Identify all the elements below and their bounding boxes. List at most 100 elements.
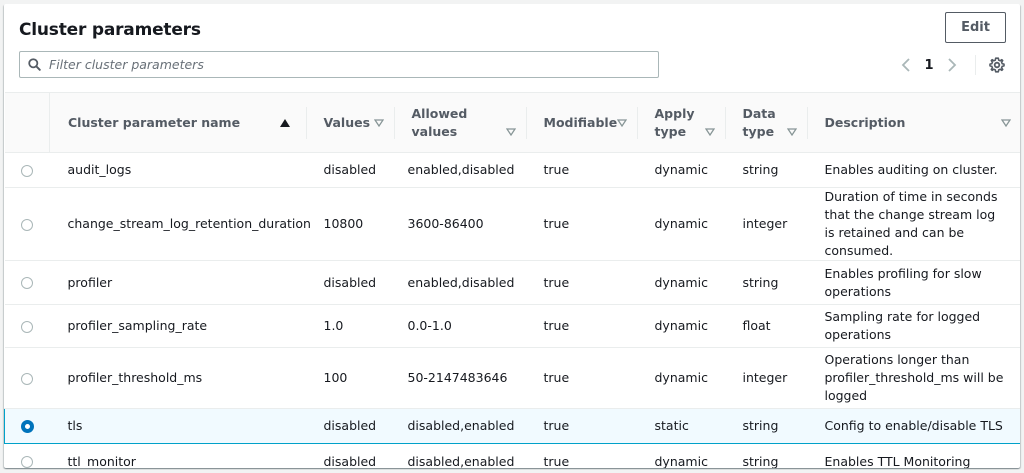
header-apply-type[interactable]: Apply type [636,92,725,153]
cell-apply-type: dynamic [636,304,725,348]
cell-apply-type: dynamic [636,260,725,305]
radio-button[interactable] [21,372,33,385]
caret-down-icon [704,127,715,136]
radio-button[interactable] [21,277,33,289]
preferences-button[interactable] [986,54,1008,76]
cell-value: disabled [305,443,394,468]
cell-modifiable: true [525,347,637,409]
cell-allowed: 50-2147483646 [393,347,526,409]
table-row-selected[interactable]: tls disabled disabled,enabled true stati… [4,408,1020,444]
cell-data-type: string [724,260,807,305]
cell-description: Enables auditing on cluster. [806,152,1020,188]
cell-allowed: 0.0-1.0 [393,304,526,348]
gear-icon [989,57,1005,73]
cell-description: Duration of time in seconds that the cha… [806,187,1020,261]
cell-modifiable: true [525,187,637,261]
cell-description: Sampling rate for logged operations [806,304,1020,348]
edit-button[interactable]: Edit [945,12,1006,43]
cell-apply-type: dynamic [636,347,725,409]
row-select[interactable] [4,152,50,188]
cell-modifiable: true [525,260,637,305]
cell-name: change_stream_log_retention_duration [49,187,311,261]
header-parameter-name[interactable]: Cluster parameter name [49,92,306,153]
radio-button[interactable] [21,218,33,231]
header-values[interactable]: Values [305,92,394,153]
cell-description: Operations longer than profiler_threshol… [806,347,1020,409]
cell-value: disabled [305,152,394,188]
pagination: 1 [895,54,1008,76]
caret-down-icon [617,118,628,127]
cell-allowed: enabled,disabled [393,152,526,188]
pagination-divider [975,55,976,75]
row-select[interactable] [4,443,50,468]
cell-modifiable: true [525,443,637,468]
header-data-type[interactable]: Data type [724,92,807,153]
cell-data-type: string [724,152,807,188]
header-modifiable[interactable]: Modifiable [525,92,637,153]
cell-description: Enables profiling for slow operations [806,260,1020,305]
radio-button[interactable] [21,164,33,177]
cell-name: tls [49,408,306,444]
table-row[interactable]: audit_logs disabled enabled,disabled tru… [4,152,1020,188]
cell-allowed: disabled,enabled [393,443,526,468]
cell-modifiable: true [525,304,637,348]
table-row[interactable]: profiler disabled enabled,disabled true … [4,260,1020,305]
table-row[interactable]: profiler_threshold_ms 100 50-2147483646 … [4,347,1020,409]
pagination-next-button[interactable] [941,54,963,76]
row-select[interactable] [4,347,50,409]
cell-data-type: float [724,304,807,348]
cluster-parameters-panel: Cluster parameters Edit 1 [4,4,1020,468]
search-icon [28,58,41,71]
cell-apply-type: static [636,408,725,444]
caret-down-icon [1000,118,1011,127]
cell-allowed: enabled,disabled [393,260,526,305]
cell-modifiable: true [525,408,637,444]
chevron-right-icon [948,58,957,72]
chevron-left-icon [901,58,910,72]
cell-modifiable: true [525,152,637,188]
table-row[interactable]: profiler_sampling_rate 1.0 0.0-1.0 true … [4,304,1020,348]
row-select[interactable] [4,260,50,305]
cell-data-type: integer [724,347,807,409]
row-select[interactable] [4,408,50,444]
row-select[interactable] [4,304,50,348]
cell-allowed: disabled,enabled [393,408,526,444]
cell-description: Enables TTL Monitoring [806,443,1020,468]
cell-name: ttl_monitor [49,443,306,468]
search-box[interactable] [19,51,659,78]
caret-down-icon [786,127,797,136]
cell-value: disabled [305,408,394,444]
caret-down-icon [505,127,516,136]
search-input[interactable] [49,52,658,77]
caret-down-icon [373,118,384,127]
cell-apply-type: dynamic [636,187,725,261]
radio-button[interactable] [21,320,33,333]
cell-value: 1.0 [305,304,394,348]
table-row[interactable]: ttl_monitor disabled disabled,enabled tr… [4,443,1020,468]
header-description[interactable]: Description [806,92,1020,153]
pagination-prev-button[interactable] [895,54,917,76]
cell-value: disabled [305,260,394,305]
cell-value: 10800 [305,187,394,261]
pagination-current-page[interactable]: 1 [917,58,941,73]
header-select [4,92,50,153]
page-title: Cluster parameters [19,20,201,40]
row-select[interactable] [4,187,50,261]
cell-data-type: string [724,443,807,468]
cell-value: 100 [305,347,394,409]
parameters-table: Cluster parameter name Values Allowed va… [4,92,1020,468]
cell-name: audit_logs [49,152,306,188]
radio-button[interactable] [21,456,33,468]
cell-allowed: 3600-86400 [393,187,526,261]
cell-apply-type: dynamic [636,443,725,468]
cell-data-type: integer [724,187,807,261]
radio-button-selected[interactable] [20,420,34,433]
cell-apply-type: dynamic [636,152,725,188]
cell-name: profiler [49,260,306,305]
table-row[interactable]: change_stream_log_retention_duration 108… [4,187,1020,261]
sort-ascending-icon [279,118,290,127]
cell-data-type: string [724,408,807,444]
header-allowed-values[interactable]: Allowed values [393,92,526,153]
cell-description: Config to enable/disable TLS [806,408,1020,444]
table-header-row: Cluster parameter name Values Allowed va… [4,92,1020,153]
